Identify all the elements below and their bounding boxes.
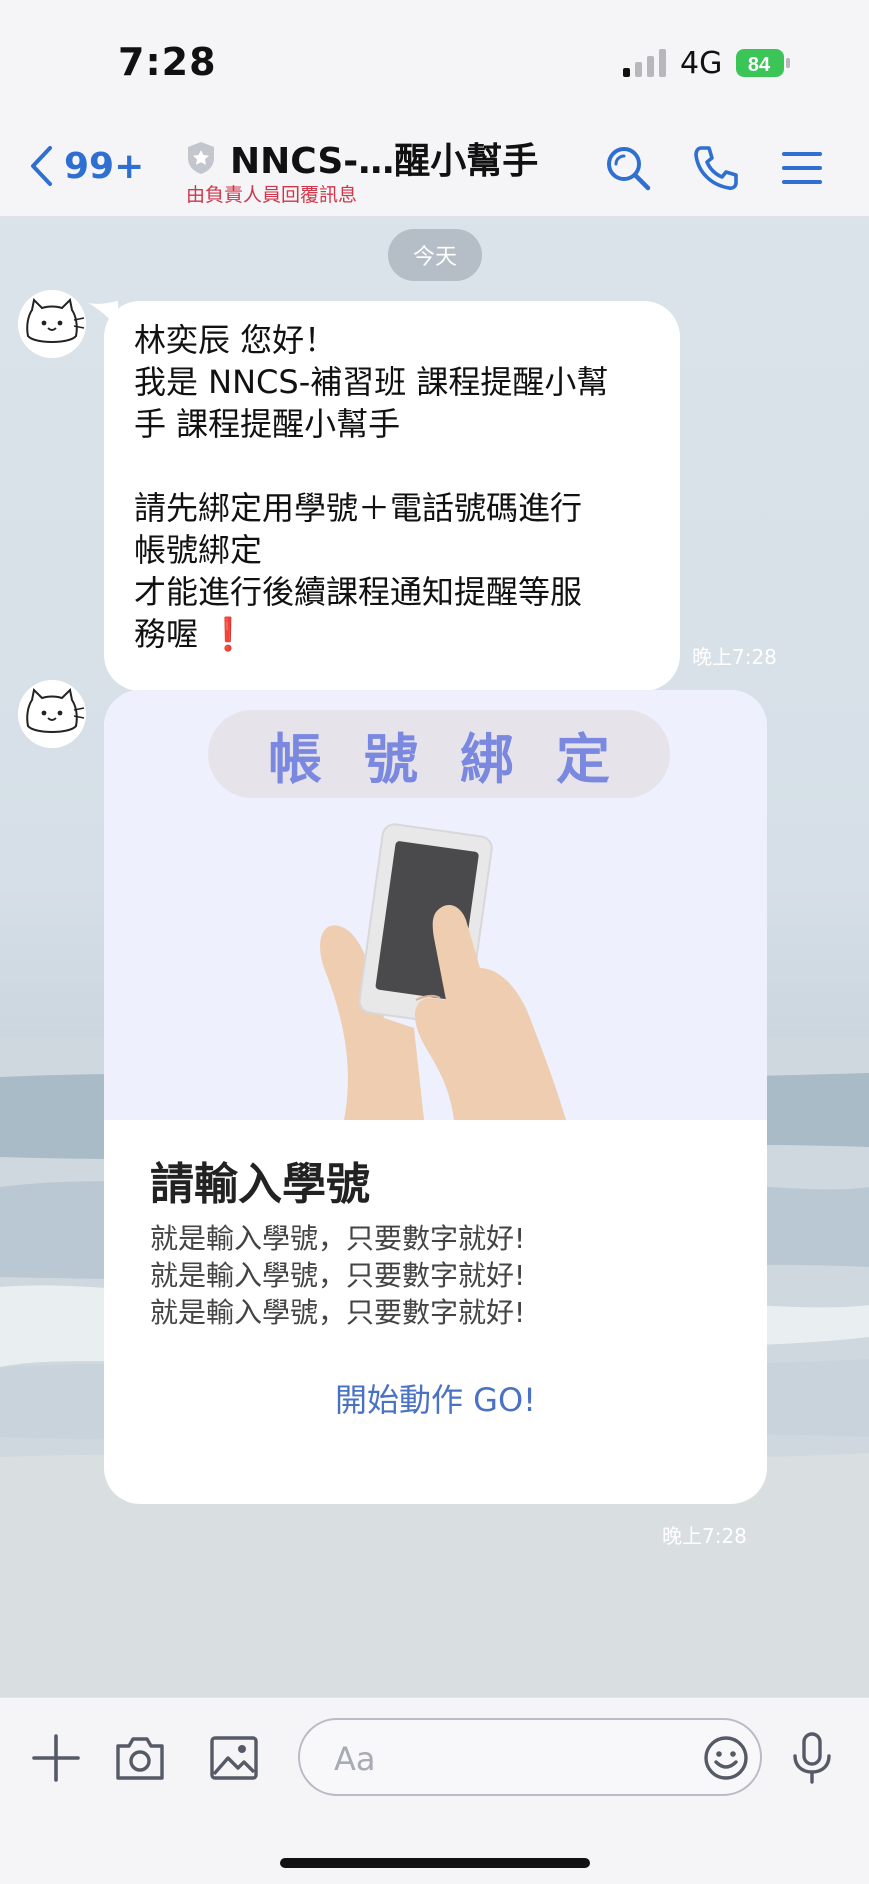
message-timestamp: 晚上7:28 bbox=[692, 645, 777, 669]
signal-icon bbox=[623, 49, 666, 77]
message-bubble[interactable]: 林奕辰 您好！ 我是 NNCS-補習班 課程提醒小幫 手 課程提醒小幫手 請先綁… bbox=[104, 301, 680, 691]
message-line: 林奕辰 您好！ bbox=[134, 321, 337, 359]
message-line: 帳號綁定 bbox=[134, 531, 263, 569]
home-indicator bbox=[280, 1858, 590, 1868]
message-line: 我是 NNCS-補習班 課程提醒小幫 bbox=[134, 363, 609, 401]
unread-count: 99+ bbox=[64, 145, 145, 187]
image-icon[interactable] bbox=[206, 1730, 262, 1786]
message-line: 手 課程提醒小幫手 bbox=[134, 405, 401, 443]
card-description-line: 就是輸入學號，只要數字就好! bbox=[150, 1222, 526, 1255]
message-input-placeholder: Aa bbox=[334, 1740, 376, 1778]
chat-area[interactable]: 今天 林奕辰 您好！ 我是 NNCS-補習班 課程提醒小幫 手 課程提醒小幫手 … bbox=[0, 217, 869, 1697]
card-hero: 帳號綁定 bbox=[104, 690, 767, 1120]
chat-name: NNCS-…醒小幫手 bbox=[230, 141, 539, 182]
battery-icon: 84 bbox=[736, 49, 790, 77]
official-badge-icon bbox=[188, 142, 214, 174]
message-line-text: 務喔 bbox=[134, 615, 199, 653]
account-binding-card[interactable]: 帳號綁定 請輸入學號 就是輸入學號，只要數字就好! 就是輸入學號，只要數字就好!… bbox=[104, 690, 767, 1504]
card-description: 就是輸入學號，只要數字就好! 就是輸入學號，只要數字就好! 就是輸入學號，只要數… bbox=[150, 1220, 525, 1331]
card-banner: 帳號綁定 bbox=[208, 710, 670, 798]
message-input[interactable]: Aa bbox=[298, 1718, 762, 1796]
bot-avatar[interactable] bbox=[18, 290, 86, 358]
search-icon[interactable] bbox=[604, 144, 652, 192]
message-line bbox=[134, 445, 650, 487]
card-banner-text: 帳號綁定 bbox=[268, 727, 652, 791]
emoji-icon[interactable] bbox=[702, 1734, 750, 1782]
message-input-bar: Aa bbox=[0, 1697, 869, 1884]
chat-title[interactable]: NNCS-…醒小幫手 bbox=[186, 132, 538, 184]
chat-header: 99+ NNCS-…醒小幫手 由負責人員回覆訊息 bbox=[0, 120, 869, 217]
hand-holding-phone-illustration bbox=[320, 823, 566, 1120]
microphone-icon[interactable] bbox=[784, 1730, 840, 1786]
back-button[interactable]: 99+ bbox=[28, 144, 144, 188]
status-bar: 7:28 4G 84 bbox=[0, 0, 869, 120]
card-description-line: 就是輸入學號，只要數字就好! bbox=[150, 1259, 526, 1292]
start-action-button[interactable]: 開始動作 GO! bbox=[104, 1368, 767, 1428]
exclamation-emoji: ❗ bbox=[208, 615, 249, 653]
message-line-last: 務喔 ❗ bbox=[134, 613, 650, 655]
card-title: 請輸入學號 bbox=[150, 1159, 370, 1210]
chat-subtitle: 由負責人員回覆訊息 bbox=[186, 184, 358, 206]
date-separator: 今天 bbox=[388, 229, 482, 281]
message-line: 才能進行後續課程通知提醒等服 bbox=[134, 573, 583, 611]
back-chevron-icon bbox=[31, 146, 52, 186]
camera-icon[interactable] bbox=[112, 1730, 168, 1786]
network-label: 4G bbox=[680, 46, 723, 81]
message-line: 請先綁定用學號＋電話號碼進行 bbox=[134, 489, 583, 527]
card-timestamp: 晚上7:28 bbox=[662, 1524, 747, 1548]
phone-icon[interactable] bbox=[692, 144, 740, 192]
plus-icon[interactable] bbox=[28, 1730, 84, 1786]
status-time: 7:28 bbox=[118, 40, 217, 84]
menu-icon[interactable] bbox=[778, 144, 826, 192]
card-description-line: 就是輸入學號，只要數字就好! bbox=[150, 1296, 526, 1329]
battery-level: 84 bbox=[748, 54, 771, 76]
bot-avatar[interactable] bbox=[18, 680, 86, 748]
